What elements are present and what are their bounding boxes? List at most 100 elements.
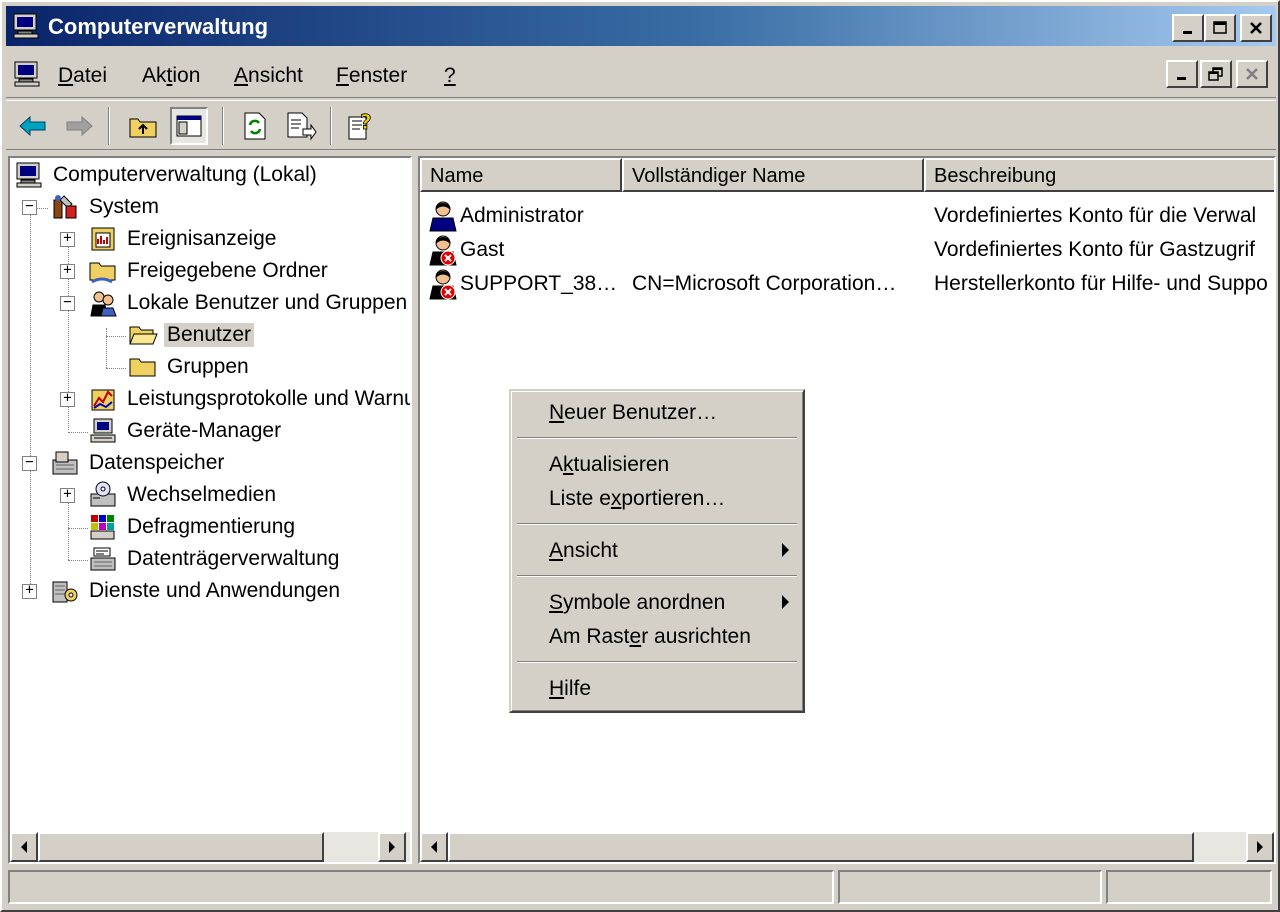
tree-line [30, 200, 31, 596]
expand-toggle[interactable]: + [60, 487, 75, 503]
tree-item-system[interactable]: System [48, 192, 408, 222]
menu-separator [517, 575, 797, 577]
console-tree-icon [176, 115, 202, 137]
cell-name: Administrator [460, 204, 584, 227]
tree-item-benutzer[interactable]: Benutzer [126, 320, 408, 350]
console-tree[interactable]: Computerverwaltung (Lokal) − System + Er… [8, 156, 412, 864]
help-icon: ? [348, 111, 372, 140]
tree-item-leistungsprotokolle[interactable]: Leistungsprotokolle und Warnungen [86, 384, 410, 414]
menu-datei[interactable]: Datei [58, 64, 107, 88]
help-button[interactable]: ? [342, 107, 380, 145]
cell-description: Vordefiniertes Konto für die Verwal [934, 204, 1257, 227]
tree-label: Datenspeicher [89, 451, 225, 474]
child-window-icon[interactable] [12, 60, 42, 88]
window-title: Computerverwaltung [48, 14, 269, 39]
user-icon [429, 201, 457, 232]
tree-label: Ereignisanzeige [127, 227, 277, 250]
scroll-thumb[interactable] [448, 832, 1194, 862]
menu-item-liste-exportieren[interactable]: Liste exportieren… [549, 487, 725, 511]
close-icon [1246, 68, 1258, 80]
cell-name: SUPPORT_38… [460, 272, 618, 295]
menu-ansicht[interactable]: Ansicht [234, 64, 303, 88]
collapse-toggle[interactable]: − [22, 455, 37, 471]
tree-item-computerverwaltung[interactable]: Computerverwaltung (Lokal) [12, 160, 408, 190]
expand-toggle[interactable]: + [60, 231, 75, 247]
column-header-fullname[interactable]: Vollständiger Name [622, 158, 924, 192]
list-item[interactable]: Gast Vordefiniertes Konto für Gastzugrif [420, 232, 1274, 266]
folder-icon [129, 358, 156, 377]
collapse-toggle[interactable]: − [22, 199, 37, 215]
submenu-arrow-icon [782, 543, 789, 557]
status-bar [6, 868, 1276, 908]
list-horizontal-scrollbar[interactable] [420, 832, 1274, 862]
tree-item-freigegebene-ordner[interactable]: Freigegebene Ordner [86, 256, 408, 286]
maximize-button[interactable] [1204, 14, 1236, 42]
expand-toggle[interactable]: + [22, 583, 37, 599]
disabled-user-icon [429, 235, 457, 266]
mdi-close-button[interactable] [1236, 60, 1268, 88]
tree-item-defragmentierung[interactable]: Defragmentierung [86, 512, 408, 542]
tree-item-datentraegerverwaltung[interactable]: Datenträgerverwaltung [86, 544, 408, 574]
tree-item-datenspeicher[interactable]: Datenspeicher [48, 448, 408, 478]
close-icon [1250, 22, 1262, 34]
show-hide-tree-button[interactable] [170, 107, 208, 145]
close-button[interactable] [1240, 14, 1272, 42]
menu-item-am-raster-ausrichten[interactable]: Am Raster ausrichten [549, 625, 751, 649]
menu-item-hilfe[interactable]: Hilfe [549, 677, 591, 701]
menu-item-aktualisieren[interactable]: Aktualisieren [549, 453, 669, 477]
collapse-toggle[interactable]: − [60, 295, 75, 311]
scroll-right-button[interactable] [1246, 832, 1274, 862]
menu-fenster[interactable]: Fenster [336, 64, 407, 88]
scroll-right-button[interactable] [378, 832, 406, 862]
shared-folder-icon [89, 262, 116, 284]
status-panel-main [8, 870, 834, 904]
scroll-thumb[interactable] [38, 832, 324, 862]
tree-label: Lokale Benutzer und Gruppen [127, 291, 408, 314]
users-groups-icon [90, 291, 117, 317]
context-menu: Neuer Benutzer… Aktualisieren Liste expo… [509, 389, 805, 713]
forward-button[interactable] [60, 107, 98, 145]
tree-item-dienste[interactable]: Dienste und Anwendungen [48, 576, 408, 606]
mdi-controls [1166, 60, 1270, 90]
column-header-name[interactable]: Name [420, 158, 622, 192]
tree-item-ereignisanzeige[interactable]: Ereignisanzeige [86, 224, 408, 254]
mdi-restore-button[interactable] [1200, 60, 1232, 88]
menu-item-symbole-anordnen[interactable]: Symbole anordnen [549, 591, 725, 615]
list-item[interactable]: SUPPORT_38… CN=Microsoft Corporation… He… [420, 266, 1274, 300]
export-list-icon [287, 112, 317, 141]
tree-item-gruppen[interactable]: Gruppen [126, 352, 408, 382]
menu-help[interactable]: ? [444, 64, 456, 88]
refresh-button[interactable] [236, 107, 274, 145]
storage-icon [52, 451, 78, 475]
export-list-button[interactable] [282, 107, 320, 145]
menu-separator [517, 437, 797, 439]
column-header-description[interactable]: Beschreibung [924, 158, 1274, 192]
tree-item-lokale-benutzer[interactable]: Lokale Benutzer und Gruppen [86, 288, 408, 318]
computer-icon [16, 162, 42, 188]
expand-toggle[interactable]: + [60, 391, 75, 407]
menu-item-ansicht[interactable]: Ansicht [549, 539, 618, 563]
minimize-button[interactable] [1172, 14, 1204, 42]
menu-item-neuer-benutzer[interactable]: Neuer Benutzer… [549, 401, 717, 425]
mdi-minimize-button[interactable] [1166, 60, 1198, 88]
tree-item-wechselmedien[interactable]: Wechselmedien [86, 480, 408, 510]
scroll-left-button[interactable] [420, 832, 448, 862]
up-one-level-button[interactable] [124, 107, 162, 145]
arrow-right-icon [389, 841, 395, 853]
scroll-left-button[interactable] [10, 832, 38, 862]
expand-toggle[interactable]: + [60, 263, 75, 279]
tree-horizontal-scrollbar[interactable] [10, 832, 410, 862]
title-bar[interactable]: Computerverwaltung [6, 6, 1276, 46]
tree-item-geraete-manager[interactable]: Geräte-Manager [86, 416, 408, 446]
list-item[interactable]: Administrator Vordefiniertes Konto für d… [420, 198, 1274, 232]
maximize-icon [1213, 21, 1227, 34]
folder-up-icon [129, 118, 157, 138]
back-button[interactable] [14, 107, 52, 145]
tree-line [106, 336, 126, 337]
toolbar-separator [108, 107, 110, 145]
menu-separator [517, 661, 797, 663]
submenu-arrow-icon [782, 595, 789, 609]
toolbar: ? [6, 100, 1276, 150]
cell-name: Gast [460, 238, 505, 261]
menu-aktion[interactable]: Aktion [142, 64, 200, 88]
